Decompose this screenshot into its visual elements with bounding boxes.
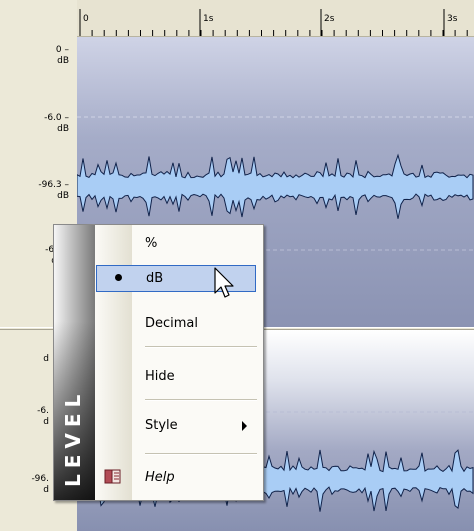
time-tick-label: 0 — [83, 14, 89, 24]
menu-item-decimal[interactable]: Decimal — [95, 311, 261, 337]
menu-item-label: Decimal — [145, 316, 199, 331]
level-label: d — [43, 354, 49, 364]
time-ruler[interactable]: 0 1s 2s 3s — [77, 0, 474, 37]
level-label: -96.3 – dB — [38, 180, 69, 201]
menu-separator — [145, 399, 257, 401]
time-ruler-ticks — [79, 9, 468, 36]
level-context-menu: LEVEL % dB Decimal Hide Style Help — [53, 224, 264, 501]
audio-editor-view: 0 1s 2s 3s 0 – dB -6.0 – dB -96.3 – dB -6. d… — [0, 0, 474, 531]
menu-item-style[interactable]: Style — [95, 413, 261, 439]
menu-separator — [145, 453, 257, 455]
menu-item-label: Help — [145, 470, 175, 485]
menu-item-label: dB — [146, 271, 164, 286]
ruler-corner — [0, 0, 77, 36]
time-tick-label: 2s — [324, 14, 335, 24]
level-label: 0 – dB — [55, 45, 69, 66]
radio-bullet-icon — [115, 274, 122, 281]
menu-separator — [145, 346, 257, 348]
time-tick-label: 1s — [203, 14, 214, 24]
mouse-pointer-icon — [214, 267, 234, 298]
menu-banner-title: LEVEL — [61, 388, 85, 487]
time-tick-label: 3s — [447, 14, 458, 24]
level-label: -96. d — [31, 474, 49, 495]
menu-item-label: % — [145, 236, 158, 251]
level-label: -6.d — [37, 406, 49, 427]
menu-item-percent[interactable]: % — [95, 231, 261, 257]
help-book-icon — [104, 469, 121, 484]
menu-item-hide[interactable]: Hide — [95, 364, 261, 390]
submenu-arrow-icon — [242, 421, 247, 431]
waveform-shape — [77, 153, 474, 219]
menu-item-label: Style — [145, 418, 178, 433]
level-label: -6.0 – dB — [44, 113, 69, 134]
menu-item-label: Hide — [145, 369, 175, 384]
menu-item-help[interactable]: Help — [95, 465, 261, 491]
